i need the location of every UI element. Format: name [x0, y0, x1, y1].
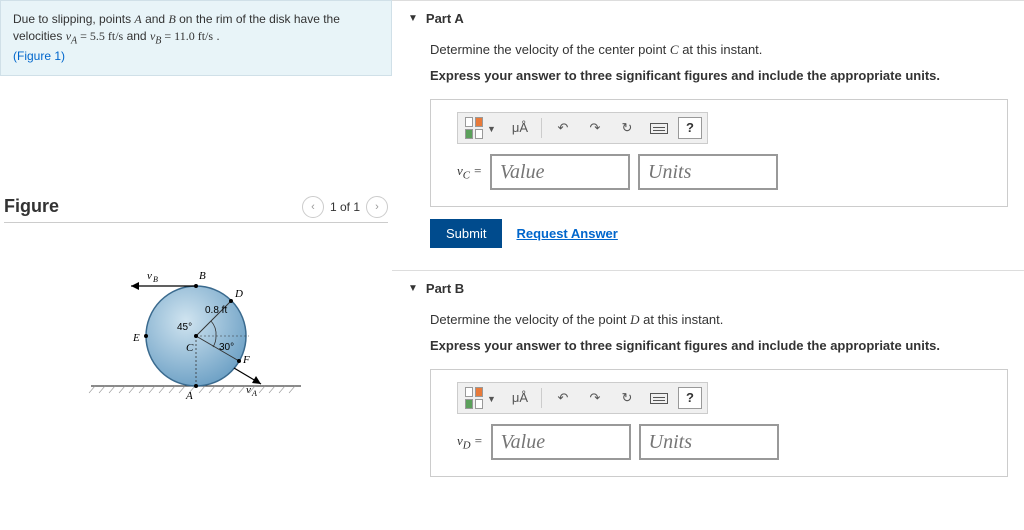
var: A: [134, 12, 141, 26]
part-a-toolbar: ▼ μÅ ↶ ↷ ↻ ?: [457, 112, 708, 144]
text: Due to slipping, points: [13, 12, 134, 26]
text: and: [123, 29, 150, 43]
separator: [541, 118, 542, 138]
units-input[interactable]: [639, 424, 779, 460]
mu-angstrom-button[interactable]: μÅ: [507, 116, 533, 140]
var: C: [670, 42, 679, 57]
part-b-header[interactable]: ▼ Part B: [408, 281, 1008, 296]
problem-statement: Due to slipping, points A and B on the r…: [0, 0, 392, 76]
templates-button[interactable]: ▼: [463, 116, 501, 140]
mu-angstrom-button[interactable]: μÅ: [507, 386, 533, 410]
part-b-instruction: Express your answer to three significant…: [430, 336, 1008, 356]
svg-text:30°: 30°: [219, 342, 234, 353]
keyboard-button[interactable]: [646, 116, 672, 140]
figure-title: Figure: [4, 196, 59, 217]
units-input[interactable]: [638, 154, 778, 190]
svg-text:A: A: [185, 390, 193, 402]
help-button[interactable]: ?: [678, 387, 702, 409]
figure-panel: Figure ‹ 1 of 1 ›: [0, 196, 392, 431]
part-b-section: ▼ Part B Determine the velocity of the p…: [392, 270, 1024, 499]
var: B: [168, 12, 175, 26]
part-a-answer-box: ▼ μÅ ↶ ↷ ↻ ? vC =: [430, 99, 1008, 207]
figure-image: vB B D 0.8 ft 45° E C 30° F A vA: [4, 231, 388, 431]
keyboard-button[interactable]: [646, 386, 672, 410]
svg-text:B: B: [153, 275, 158, 284]
redo-button[interactable]: ↷: [582, 116, 608, 140]
part-b-toolbar: ▼ μÅ ↶ ↷ ↻ ?: [457, 382, 708, 414]
part-a-instruction: Express your answer to three significant…: [430, 66, 1008, 86]
text: at this instant.: [679, 42, 763, 57]
part-a-section: ▼ Part A Determine the velocity of the c…: [392, 0, 1024, 258]
separator: [541, 388, 542, 408]
part-a-title: Part A: [426, 11, 464, 26]
part-b-prompt: Determine the velocity of the point D at…: [430, 310, 1008, 330]
svg-text:C: C: [186, 342, 194, 354]
request-answer-link[interactable]: Request Answer: [516, 224, 617, 244]
text: Determine the velocity of the point: [430, 312, 630, 327]
value-input[interactable]: [491, 424, 631, 460]
reset-button[interactable]: ↻: [614, 116, 640, 140]
svg-text:v: v: [147, 270, 152, 282]
text: and: [142, 12, 169, 26]
collapse-icon: ▼: [408, 283, 418, 294]
svg-text:D: D: [234, 288, 243, 300]
svg-text:B: B: [199, 270, 206, 282]
text: .: [213, 29, 220, 43]
svg-text:E: E: [132, 332, 140, 344]
part-a-prompt: Determine the velocity of the center poi…: [430, 40, 1008, 60]
undo-button[interactable]: ↶: [550, 386, 576, 410]
redo-button[interactable]: ↷: [582, 386, 608, 410]
reset-button[interactable]: ↻: [614, 386, 640, 410]
templates-button[interactable]: ▼: [463, 386, 501, 410]
vd-label: vD =: [457, 431, 483, 454]
text: at this instant.: [640, 312, 724, 327]
figure-link[interactable]: (Figure 1): [13, 49, 65, 63]
next-figure-button[interactable]: ›: [366, 196, 388, 218]
vc-label: vC =: [457, 161, 482, 184]
text: Determine the velocity of the center poi…: [430, 42, 670, 57]
svg-text:45°: 45°: [177, 322, 192, 333]
var: D: [630, 312, 639, 327]
figure-counter: 1 of 1: [330, 200, 360, 214]
submit-button[interactable]: Submit: [430, 219, 502, 248]
part-b-title: Part B: [426, 281, 464, 296]
svg-text:v: v: [246, 384, 251, 396]
value-input[interactable]: [490, 154, 630, 190]
help-button[interactable]: ?: [678, 117, 702, 139]
part-b-answer-box: ▼ μÅ ↶ ↷ ↻ ? vD =: [430, 369, 1008, 477]
svg-text:0.8 ft: 0.8 ft: [205, 305, 227, 316]
svg-text:F: F: [242, 354, 250, 366]
collapse-icon: ▼: [408, 13, 418, 24]
undo-button[interactable]: ↶: [550, 116, 576, 140]
part-a-header[interactable]: ▼ Part A: [408, 11, 1008, 26]
svg-text:A: A: [251, 389, 257, 398]
prev-figure-button[interactable]: ‹: [302, 196, 324, 218]
